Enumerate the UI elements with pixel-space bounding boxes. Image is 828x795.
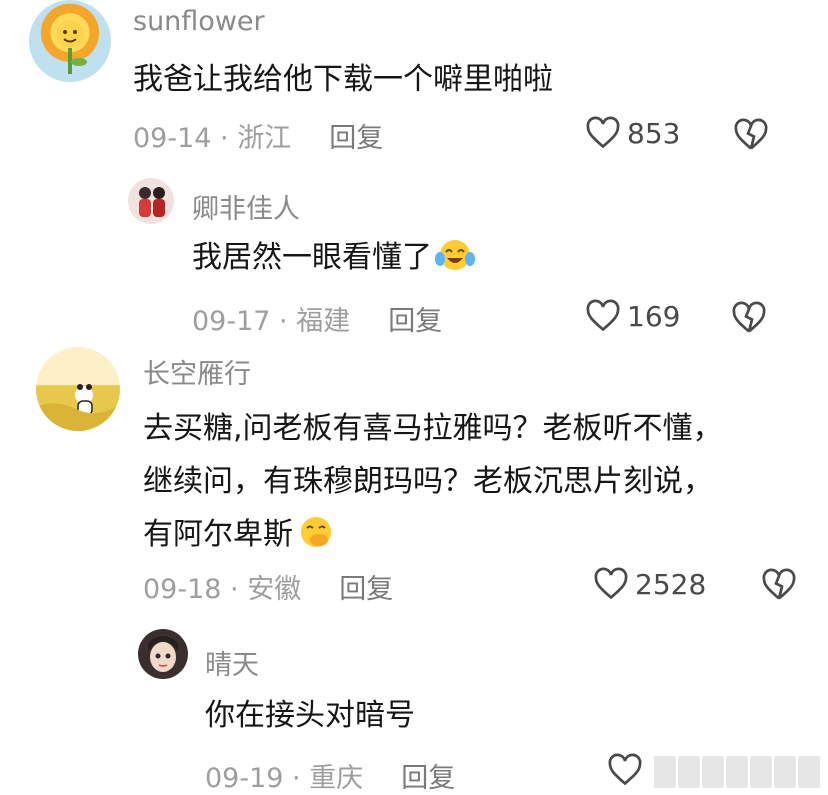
comment-meta: 09-18 · 安徽 回复 — [143, 567, 393, 606]
comment-text-line: 你在接头对暗号 — [205, 698, 415, 733]
like-button[interactable]: 2528 — [593, 567, 706, 601]
comment-text: 我居然一眼看懂了 — [192, 231, 476, 290]
girl-avatar-icon — [148, 636, 178, 672]
like-count: 853 — [627, 116, 681, 150]
heart-outline-icon — [586, 299, 620, 332]
comment-meta: 09-19 · 重庆 回复 — [205, 756, 455, 795]
like-button[interactable]: 169 — [585, 299, 680, 333]
couple-avatar-icon — [139, 187, 165, 217]
broken-heart-icon — [762, 568, 796, 600]
like-count: 2528 — [635, 567, 707, 601]
comment-text-line: 我爸让我给他下载一个噼里啪啦 — [133, 62, 553, 97]
comment-text: 去买糖,问老板有喜马拉雅吗？老板听不懂， 继续问，有珠穆朗玛吗？老板沉思片刻说，… — [143, 402, 723, 567]
heart-outline-icon — [594, 567, 628, 600]
comment-text-line: 继续问，有珠穆朗玛吗？老板沉思片刻说， — [143, 464, 713, 499]
broken-heart-icon — [734, 118, 768, 150]
comment-text-line: 我居然一眼看懂了 — [192, 240, 432, 275]
comment-text: 你在接头对暗号 — [205, 689, 415, 742]
comment-location: 重庆 — [309, 763, 364, 794]
crying-laughing-emoji — [434, 237, 476, 290]
hand-over-mouth-emoji — [295, 514, 337, 567]
watermark-glyphs — [654, 756, 820, 788]
like-button[interactable] — [607, 753, 649, 787]
comment-text-line: 去买糖,问老板有喜马拉雅吗？老板听不懂， — [143, 411, 723, 446]
like-count: 169 — [627, 299, 681, 333]
comment-location: 浙江 — [237, 123, 292, 154]
avatar[interactable] — [36, 347, 120, 431]
username[interactable]: 长空雁行 — [143, 352, 251, 391]
comment-item: sunflower 我爸让我给他下载一个噼里啪啦 09-14 · 浙江 回复 85… — [0, 0, 828, 165]
comment-location: 安徽 — [247, 574, 302, 605]
like-button[interactable]: 853 — [585, 116, 680, 150]
username[interactable]: sunflower — [133, 6, 265, 37]
username[interactable]: 卿非佳人 — [192, 187, 300, 226]
panda-field-avatar-icon — [36, 384, 120, 431]
heart-outline-icon — [608, 753, 642, 786]
reply-button[interactable]: 回复 — [329, 123, 383, 154]
dislike-button[interactable] — [731, 301, 767, 339]
avatar[interactable] — [29, 0, 111, 82]
comment-item: 长空雁行 去买糖,问老板有喜马拉雅吗？老板听不懂， 继续问，有珠穆朗玛吗？老板沉… — [0, 340, 828, 620]
sunflower-avatar-icon — [56, 20, 87, 74]
avatar[interactable] — [128, 178, 174, 224]
reply-button[interactable]: 回复 — [388, 306, 442, 337]
heart-outline-icon — [586, 116, 620, 149]
comment-location: 福建 — [296, 306, 351, 337]
meta-separator: · — [283, 763, 310, 794]
meta-separator: · — [221, 574, 248, 605]
comment-item: 卿非佳人 我居然一眼看懂了 09-17 · 福建 回复 169 — [0, 175, 828, 340]
comment-text: 我爸让我给他下载一个噼里啪啦 — [133, 53, 553, 106]
meta-separator: · — [270, 306, 297, 337]
meta-separator: · — [211, 123, 238, 154]
comment-date: 09-19 — [205, 763, 284, 794]
comment-meta: 09-14 · 浙江 回复 — [133, 116, 383, 155]
comment-date: 09-18 — [143, 574, 222, 605]
dislike-button[interactable] — [733, 118, 769, 156]
comment-text-line: 有阿尔卑斯 — [143, 517, 293, 552]
avatar[interactable] — [138, 629, 188, 679]
comment-date: 09-14 — [133, 123, 212, 154]
username[interactable]: 晴天 — [205, 643, 259, 682]
dislike-button[interactable] — [761, 568, 797, 606]
comment-meta: 09-17 · 福建 回复 — [192, 299, 442, 338]
broken-heart-icon — [732, 301, 766, 333]
reply-button[interactable]: 回复 — [339, 574, 393, 605]
reply-button[interactable]: 回复 — [401, 763, 455, 794]
comment-date: 09-17 — [192, 306, 271, 337]
